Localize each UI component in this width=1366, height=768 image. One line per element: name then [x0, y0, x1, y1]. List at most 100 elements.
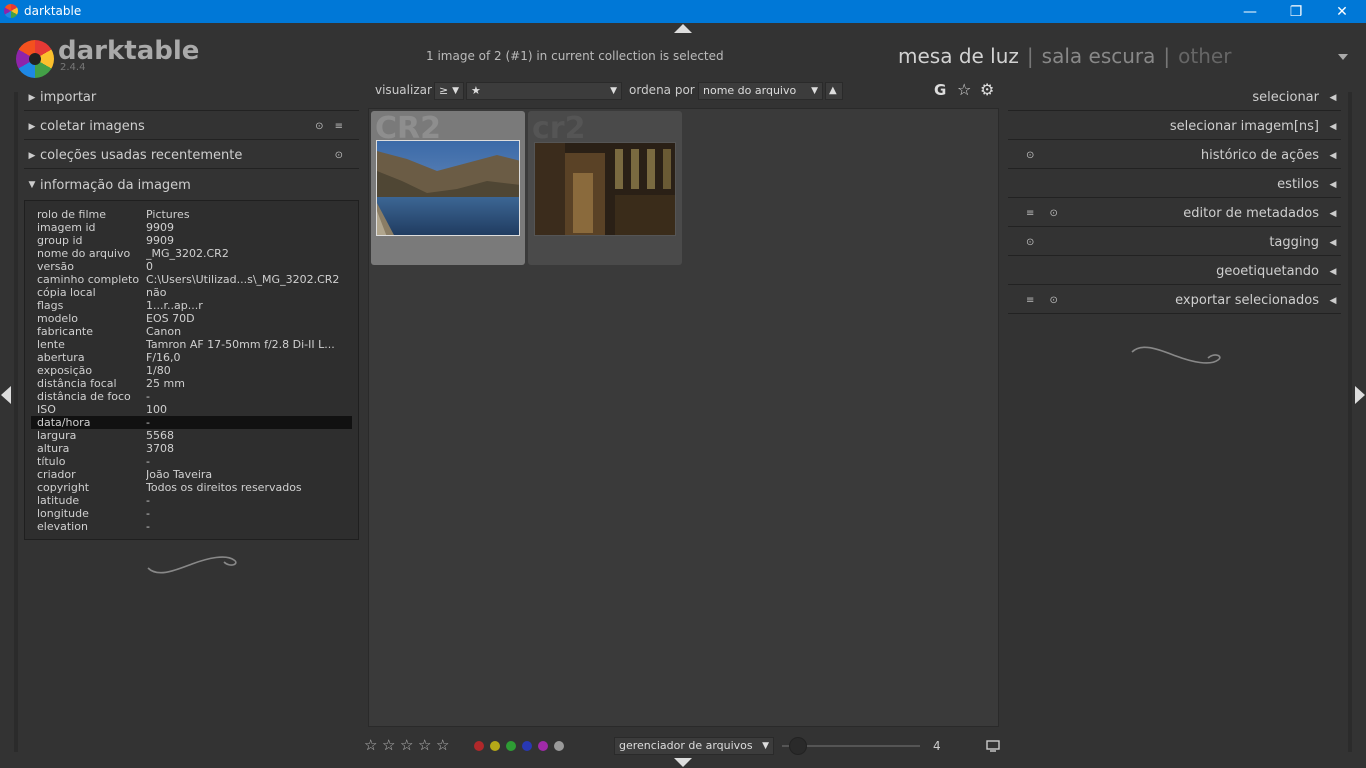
info-value: Tamron AF 17-50mm f/2.8 Di-II L...	[146, 338, 335, 351]
module-reset-presets-icon[interactable]: ⊙ ≡	[315, 121, 347, 132]
sort-by-select[interactable]: nome do arquivo ▼	[698, 82, 823, 100]
module-geotagging[interactable]: geoetiquetando ◀	[1008, 259, 1341, 285]
module-presets-reset-icon[interactable]: ≡ ⊙	[1026, 208, 1064, 219]
view-filter-label: visualizar	[375, 83, 432, 97]
thumbnail-2[interactable]: cr2	[528, 111, 682, 265]
module-collect-images[interactable]: ▶ coletar imagens ⊙ ≡	[24, 114, 359, 140]
dropdown-arrow-icon: ▼	[762, 741, 769, 751]
view-lighttable[interactable]: mesa de luz	[898, 44, 1019, 68]
minimize-button[interactable]: —	[1227, 0, 1273, 23]
zoom-slider-handle[interactable]	[789, 737, 807, 755]
info-row: latitude -	[25, 494, 358, 507]
info-key: longitude	[37, 507, 89, 520]
info-value: Todos os direitos reservados	[146, 481, 302, 494]
info-key: distância de foco	[37, 390, 131, 403]
star-rating-4-icon[interactable]: ☆	[418, 736, 431, 754]
view-separator: |	[1163, 44, 1171, 68]
info-row: cópia local não	[25, 286, 358, 299]
color-label-6-icon[interactable]	[554, 741, 564, 751]
right-panel: selecionar ◀ selecionar imagem[ns] ◀ ⊙ histór…	[1008, 85, 1341, 374]
module-presets-reset-icon[interactable]: ⊙	[1026, 237, 1040, 248]
color-label-3-icon[interactable]	[506, 741, 516, 751]
info-row: exposição 1/80	[25, 364, 358, 377]
collapse-top-icon[interactable]	[674, 24, 692, 34]
rating-comparator-select[interactable]: ≥ ▼	[434, 82, 464, 100]
module-metadata-editor[interactable]: ≡ ⊙ editor de metadados ◀	[1008, 201, 1341, 227]
expand-arrow-icon: ▶	[28, 92, 36, 103]
app-version: 2.4.4	[60, 62, 86, 73]
info-row: rolo de filme Pictures	[25, 208, 358, 221]
module-recent-collections[interactable]: ▶ coleções usadas recentemente ⊙	[24, 143, 359, 169]
info-row: flags 1...r..ap...r	[25, 299, 358, 312]
info-value: -	[146, 455, 150, 468]
expand-arrow-icon: ◀	[1329, 266, 1337, 277]
module-presets-reset-icon[interactable]: ⊙	[1026, 150, 1040, 161]
star-rating-5-icon[interactable]: ☆	[436, 736, 449, 754]
collapse-bottom-icon[interactable]	[674, 758, 692, 767]
collapse-arrow-icon: ▼	[28, 180, 36, 190]
module-export-selected[interactable]: ≡ ⊙ exportar selecionados ◀	[1008, 288, 1341, 314]
star-rating-1-icon[interactable]: ☆	[364, 736, 377, 754]
info-row: group id 9909	[25, 234, 358, 247]
info-key: nome do arquivo	[37, 247, 131, 260]
collapse-right-icon[interactable]	[1355, 386, 1365, 404]
info-value: 100	[146, 403, 167, 416]
info-value: EOS 70D	[146, 312, 195, 325]
rating-filter-select[interactable]: ★ ▼	[466, 82, 622, 100]
info-row: longitude -	[25, 507, 358, 520]
info-key: ISO	[37, 403, 56, 416]
module-select-images[interactable]: selecionar imagem[ns] ◀	[1008, 114, 1341, 140]
star-rating-3-icon[interactable]: ☆	[400, 736, 413, 754]
info-key: criador	[37, 468, 76, 481]
gear-icon[interactable]: ⚙	[980, 80, 994, 99]
info-value: 9909	[146, 221, 174, 234]
window-title: darktable	[24, 4, 82, 18]
color-label-1-icon[interactable]	[474, 741, 484, 751]
info-value: João Taveira	[146, 468, 213, 481]
info-key: elevation	[37, 520, 88, 533]
zoom-value[interactable]: 4	[933, 739, 941, 753]
module-label: informação da imagem	[40, 177, 191, 193]
module-label: coleções usadas recentemente	[40, 148, 243, 163]
panel-end-ornament	[24, 554, 359, 584]
info-row: fabricante Canon	[25, 325, 358, 338]
module-history-stack[interactable]: ⊙ histórico de ações ◀	[1008, 143, 1341, 169]
window-title-bar: darktable — ❐ ✕	[0, 0, 1366, 23]
info-row: versão 0	[25, 260, 358, 273]
comparator-value: ≥	[439, 84, 449, 97]
view-darkroom[interactable]: sala escura	[1042, 44, 1156, 68]
info-row: distância focal 25 mm	[25, 377, 358, 390]
maximize-button[interactable]: ❐	[1273, 0, 1319, 23]
module-styles[interactable]: estilos ◀	[1008, 172, 1341, 198]
expand-arrow-icon: ◀	[1329, 208, 1337, 219]
info-value: -	[146, 520, 150, 533]
thumbnail-1[interactable]: CR2	[371, 111, 525, 265]
module-import[interactable]: ▶ importar	[24, 85, 359, 111]
view-other[interactable]: other	[1178, 44, 1231, 68]
expand-arrow-icon: ◀	[1329, 121, 1337, 132]
grouping-button[interactable]: G	[934, 81, 946, 99]
module-reset-icon[interactable]: ⊙	[335, 150, 347, 161]
info-key: flags	[37, 299, 64, 312]
info-row: imagem id 9909	[25, 221, 358, 234]
layout-select[interactable]: gerenciador de arquivos ▼	[614, 737, 774, 755]
color-label-2-icon[interactable]	[490, 741, 500, 751]
collapse-left-icon[interactable]	[1, 386, 11, 404]
color-label-4-icon[interactable]	[522, 741, 532, 751]
star-overlay-icon[interactable]: ☆	[957, 80, 971, 99]
module-select[interactable]: selecionar ◀	[1008, 85, 1341, 111]
layout-value: gerenciador de arquivos	[619, 739, 753, 752]
module-image-information[interactable]: ▼ informação da imagem	[24, 172, 359, 198]
star-rating-2-icon[interactable]: ☆	[382, 736, 395, 754]
info-key: group id	[37, 234, 83, 247]
module-presets-reset-icon[interactable]: ≡ ⊙	[1026, 295, 1064, 306]
sort-direction-button[interactable]: ▲	[825, 82, 843, 100]
module-label: geoetiquetando	[1216, 264, 1319, 279]
color-label-5-icon[interactable]	[538, 741, 548, 751]
display-profile-icon[interactable]	[986, 740, 1000, 752]
close-button[interactable]: ✕	[1319, 0, 1365, 23]
info-key: caminho completo	[37, 273, 140, 286]
module-label: importar	[40, 90, 97, 105]
module-tagging[interactable]: ⊙ tagging ◀	[1008, 230, 1341, 256]
views-dropdown-icon[interactable]	[1338, 54, 1348, 60]
